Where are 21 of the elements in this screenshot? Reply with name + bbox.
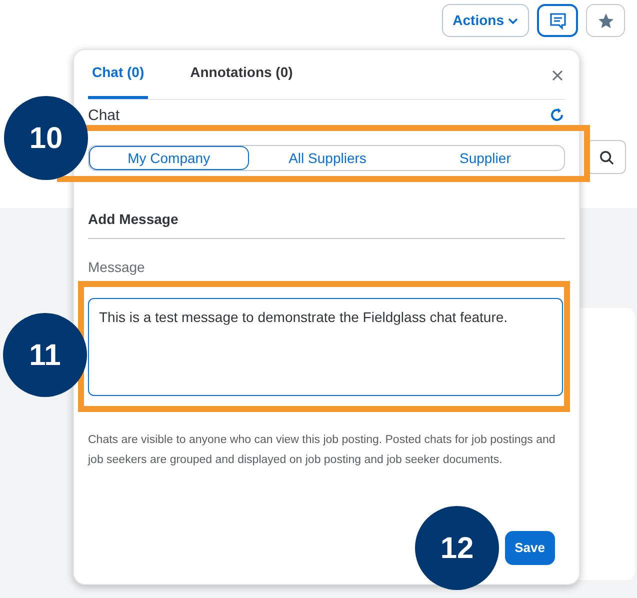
segment-button[interactable]: Supplier: [406, 146, 564, 170]
add-message-title: Add Message: [88, 209, 565, 239]
section-title: Chat: [88, 106, 120, 124]
segment-button[interactable]: All Suppliers: [248, 146, 406, 170]
segment-button[interactable]: My Company: [89, 146, 249, 170]
search-icon: [598, 150, 614, 164]
message-field[interactable]: This is a test message to demonstrate the Fieldglass chat feature.: [88, 298, 563, 396]
star-icon: [596, 12, 614, 30]
popover-tab[interactable]: Chat (0): [88, 49, 148, 99]
chat-button[interactable]: [537, 4, 578, 37]
message-label: Message: [88, 258, 146, 277]
favorite-button[interactable]: [586, 4, 625, 37]
close-icon: [552, 70, 562, 80]
popover-tab[interactable]: Annotations (0): [186, 49, 297, 99]
chevron-down-icon: [508, 16, 518, 24]
refresh-icon[interactable]: [549, 107, 565, 123]
visibility-note: Chats are visible to anyone who can view this job posting. Posted chats for job postings and job seekers are grouped and displayed on job posting and job seeker documents.: [88, 433, 556, 468]
save-button[interactable]: Save: [504, 531, 555, 565]
step-number-badge: 10: [4, 96, 88, 180]
message-icon: [548, 12, 566, 30]
actions-button[interactable]: Actions: [442, 4, 529, 37]
